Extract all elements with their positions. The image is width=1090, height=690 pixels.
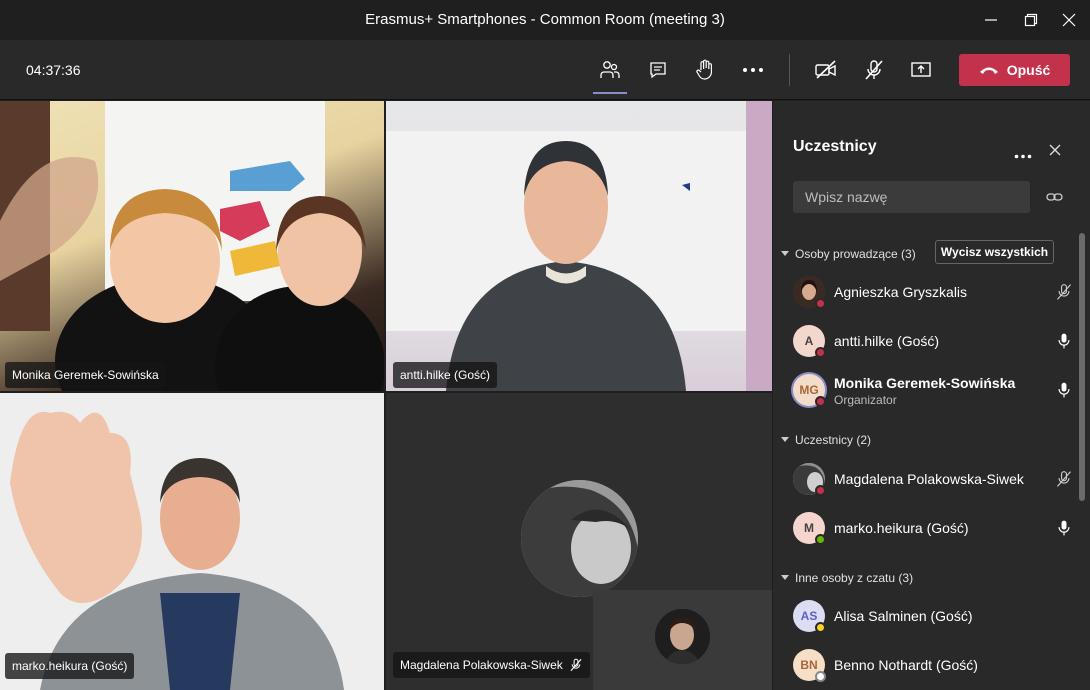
status-badge (815, 485, 826, 496)
mic-icon (1058, 382, 1070, 398)
close-icon (1049, 144, 1061, 156)
participant-row[interactable]: MG Monika Geremek-Sowińska Organizator (793, 372, 1070, 412)
panel-more-button[interactable] (1014, 146, 1032, 164)
participant-row[interactable]: M marko.heikura (Gość) (793, 510, 1070, 550)
participant-row[interactable]: A antti.hilke (Gość) (793, 323, 1070, 363)
status-badge (815, 347, 826, 358)
restore-icon (1024, 13, 1038, 27)
participants-icon (600, 61, 620, 78)
section-header-presenters[interactable]: Osoby prowadzące (3) (781, 247, 916, 261)
more-icon (743, 68, 763, 72)
video-feed-image (386, 101, 772, 391)
video-feed-image (0, 393, 384, 690)
self-avatar-photo (655, 609, 710, 664)
self-view-tile (593, 590, 772, 690)
panel-title: Uczestnicy (793, 138, 877, 155)
video-tile-marko[interactable]: marko.heikura (Gość) (0, 393, 384, 690)
participant-avatar (521, 480, 638, 597)
mic-off-icon (1056, 284, 1072, 300)
title-bar: Erasmus+ Smartphones - Common Room (meet… (0, 0, 1090, 40)
video-tile-monika[interactable]: Monika Geremek-Sowińska (0, 101, 384, 391)
mic-off-icon (570, 658, 582, 672)
mic-icon (1058, 520, 1070, 536)
camera-toggle-button[interactable] (811, 56, 841, 84)
chevron-down-icon (781, 251, 789, 256)
share-invite-button[interactable] (1046, 190, 1063, 209)
avatar-photo (521, 480, 638, 597)
maximize-button[interactable] (1019, 8, 1043, 32)
participant-row[interactable]: BN Benno Nothardt (Gość) (793, 647, 1063, 687)
video-name-badge: Monika Geremek-Sowińska (5, 362, 166, 388)
video-tile-antti[interactable]: antti.hilke (Gość) (386, 101, 772, 391)
participants-button[interactable] (593, 56, 627, 94)
meeting-toolbar: 04:37:36 Opuść (0, 40, 1090, 100)
video-name-badge: antti.hilke (Gość) (393, 362, 498, 388)
chat-button[interactable] (643, 56, 673, 84)
video-tile-magdalena[interactable]: Magdalena Polakowska-Siwek (386, 393, 772, 690)
section-header-attendees[interactable]: Uczestnicy (2) (781, 433, 871, 447)
raise-hand-icon (696, 59, 712, 80)
search-input[interactable] (793, 181, 1030, 213)
camera-off-icon (815, 60, 836, 79)
status-badge (815, 671, 826, 682)
panel-close-button[interactable] (1049, 143, 1061, 161)
mic-icon (1058, 333, 1070, 349)
minimize-icon (985, 19, 997, 21)
status-badge (815, 534, 826, 545)
panel-scrollbar[interactable] (1079, 233, 1085, 501)
toolbar-divider (789, 54, 790, 86)
video-feed-image (0, 101, 384, 391)
meeting-timer: 04:37:36 (26, 62, 81, 78)
leave-button[interactable]: Opuść (959, 54, 1070, 86)
section-header-chat-others[interactable]: Inne osoby z czatu (3) (781, 571, 913, 585)
more-icon (1014, 154, 1032, 159)
participants-panel: Uczestnicy Osoby prowadzące (3) Wycisz w… (773, 101, 1090, 690)
link-icon (1046, 193, 1063, 201)
more-actions-button[interactable] (738, 56, 768, 84)
raise-hand-button[interactable] (690, 56, 720, 84)
close-icon (1062, 13, 1076, 27)
search-field[interactable] (793, 181, 1030, 213)
hang-up-icon (979, 67, 998, 74)
status-badge (815, 396, 826, 407)
share-screen-button[interactable] (906, 56, 936, 84)
status-badge (815, 622, 826, 633)
video-name-badge: Magdalena Polakowska-Siwek (393, 652, 590, 678)
participant-row[interactable]: AS Alisa Salminen (Gość) (793, 598, 1063, 638)
self-avatar (655, 609, 710, 664)
mute-all-button[interactable]: Wycisz wszystkich (935, 240, 1054, 264)
participant-row[interactable]: Agnieszka Gryszkalis (793, 274, 1072, 314)
mic-off-icon (1056, 471, 1072, 487)
chevron-down-icon (781, 575, 789, 580)
mic-off-icon (865, 60, 883, 80)
close-window-button[interactable] (1057, 8, 1081, 32)
leave-button-label: Opuść (1006, 62, 1051, 78)
video-name-badge: marko.heikura (Gość) (5, 653, 135, 679)
mic-toggle-button[interactable] (859, 56, 889, 84)
status-badge (815, 298, 826, 309)
share-screen-icon (911, 62, 931, 77)
chevron-down-icon (781, 437, 789, 442)
chat-icon (650, 62, 666, 79)
minimize-button[interactable] (979, 8, 1003, 32)
window-title: Erasmus+ Smartphones - Common Room (meet… (365, 11, 725, 28)
participant-row[interactable]: Magdalena Polakowska-Siwek (793, 461, 1072, 501)
participant-role: Organizator (834, 393, 897, 407)
